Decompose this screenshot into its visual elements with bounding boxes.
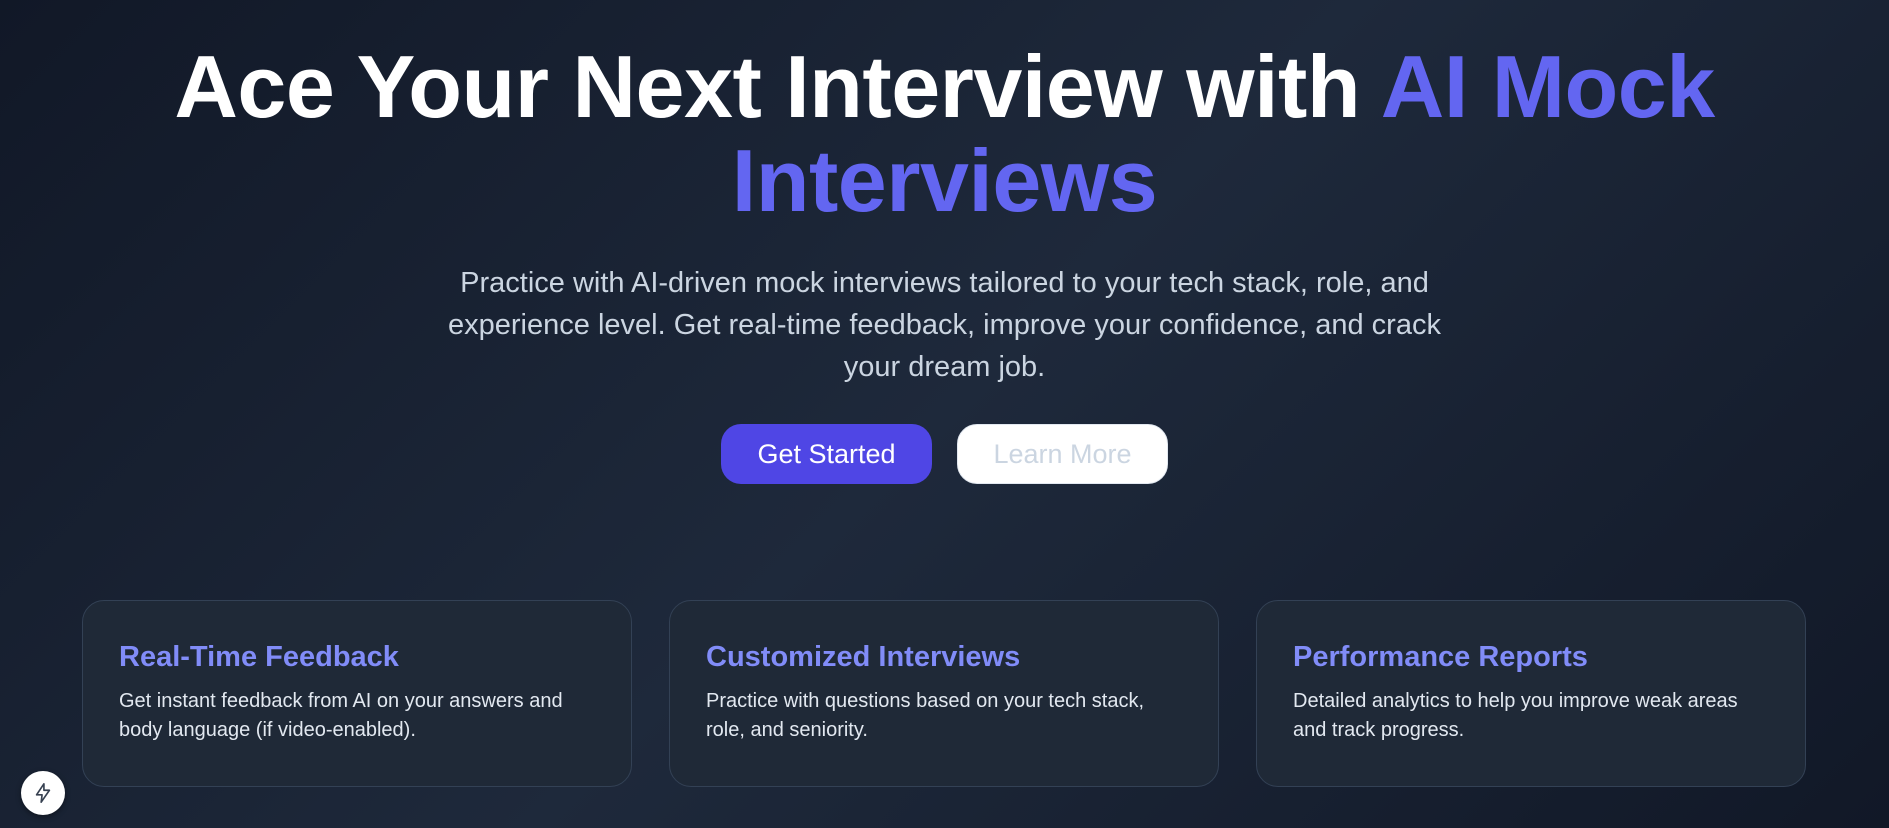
learn-more-button[interactable]: Learn More	[957, 424, 1168, 484]
feature-card-title: Performance Reports	[1293, 641, 1588, 673]
cta-row: Get Started Learn More	[0, 424, 1889, 484]
hero-headline: Ace Your Next Interview with AI Mock Int…	[95, 40, 1795, 228]
feature-card-performance-reports: Performance Reports Detailed analytics t…	[1256, 600, 1806, 787]
get-started-button[interactable]: Get Started	[721, 424, 932, 484]
hero-subtitle: Practice with AI-driven mock interviews …	[448, 267, 1441, 383]
feature-card-description: Practice with questions based on your te…	[706, 690, 1145, 741]
headline-text: Ace Your Next Interview with	[174, 37, 1381, 136]
feature-card-description: Detailed analytics to help you improve w…	[1293, 690, 1738, 741]
feature-card-description: Get instant feedback from AI on your ans…	[119, 690, 563, 741]
feature-card-title: Customized Interviews	[706, 641, 1021, 673]
feature-card-customized-interviews: Customized Interviews Practice with ques…	[669, 600, 1219, 787]
dev-tools-button[interactable]	[21, 771, 65, 815]
feature-card-real-time-feedback: Real-Time Feedback Get instant feedback …	[82, 600, 632, 787]
feature-card-title: Real-Time Feedback	[119, 641, 399, 673]
hero-section: Ace Your Next Interview with AI Mock Int…	[0, 0, 1889, 484]
lightning-icon	[35, 783, 51, 803]
features-section: Real-Time Feedback Get instant feedback …	[82, 600, 1806, 787]
